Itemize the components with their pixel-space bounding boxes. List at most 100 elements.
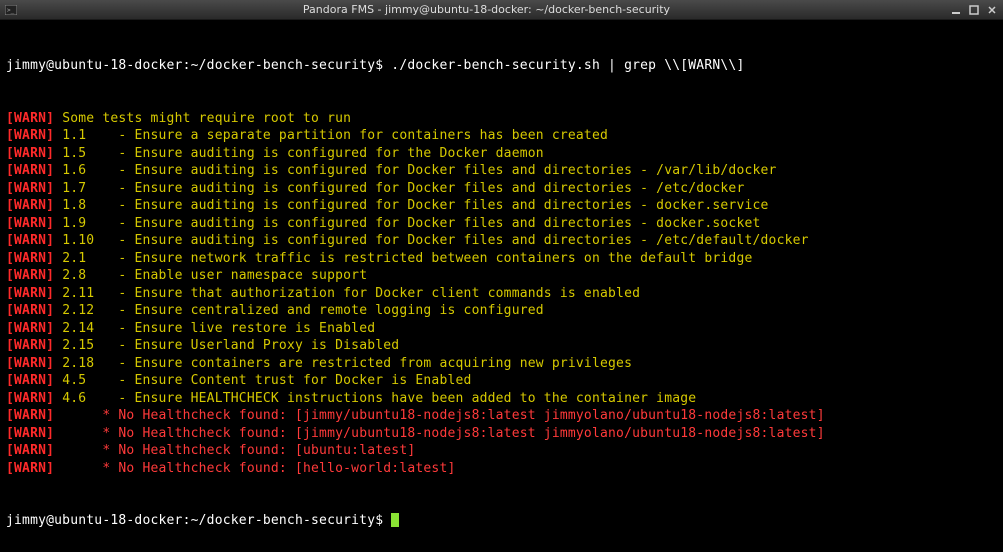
output-message: 1.9 - Ensure auditing is configured for … <box>62 216 760 231</box>
warn-bracket: [ <box>6 111 14 126</box>
prompt: jimmy@ubuntu-18-docker:~/docker-bench-se… <box>6 58 383 73</box>
warn-bracket: ] <box>46 233 54 248</box>
warn-label: WARN <box>14 338 46 353</box>
warn-bracket: [ <box>6 373 14 388</box>
output-message: 2.12 - Ensure centralized and remote log… <box>62 303 544 318</box>
output-line: [WARN] 2.18 - Ensure containers are rest… <box>6 355 997 373</box>
warn-bracket: [ <box>6 216 14 231</box>
output-message: 2.15 - Ensure Userland Proxy is Disabled <box>62 338 399 353</box>
output-message: 2.18 - Ensure containers are restricted … <box>62 356 632 371</box>
output-message: 1.10 - Ensure auditing is configured for… <box>62 233 808 248</box>
output-message: 2.14 - Ensure live restore is Enabled <box>62 321 375 336</box>
warn-bracket: ] <box>46 251 54 266</box>
output-message: 4.6 - Ensure HEALTHCHECK instructions ha… <box>62 391 696 406</box>
warn-bracket: ] <box>46 443 54 458</box>
warn-bracket: [ <box>6 408 14 423</box>
warn-bracket: [ <box>6 268 14 283</box>
warn-bracket: [ <box>6 321 14 336</box>
command: ./docker-bench-security.sh | grep \\[WAR… <box>391 58 744 73</box>
output-message: 1.8 - Ensure auditing is configured for … <box>62 198 768 213</box>
close-button[interactable] <box>985 3 999 17</box>
warn-label: WARN <box>14 373 46 388</box>
warn-bracket: ] <box>46 373 54 388</box>
output-message: Some tests might require root to run <box>62 111 351 126</box>
warn-bracket: [ <box>6 461 14 476</box>
output-message: * No Healthcheck found: [hello-world:lat… <box>62 461 455 476</box>
titlebar: >_ Pandora FMS - jimmy@ubuntu-18-docker:… <box>0 0 1003 20</box>
warn-label: WARN <box>14 251 46 266</box>
window-title: Pandora FMS - jimmy@ubuntu-18-docker: ~/… <box>24 3 949 16</box>
warn-bracket: ] <box>46 163 54 178</box>
output-line: [WARN] 1.8 - Ensure auditing is configur… <box>6 197 997 215</box>
warn-bracket: ] <box>46 286 54 301</box>
warn-bracket: ] <box>46 111 54 126</box>
warn-label: WARN <box>14 303 46 318</box>
window-controls <box>949 3 999 17</box>
terminal-icon: >_ <box>4 3 18 17</box>
warn-bracket: ] <box>46 321 54 336</box>
warn-label: WARN <box>14 146 46 161</box>
warn-label: WARN <box>14 216 46 231</box>
warn-bracket: ] <box>46 356 54 371</box>
output-line: [WARN] 1.9 - Ensure auditing is configur… <box>6 215 997 233</box>
terminal-body[interactable]: jimmy@ubuntu-18-docker:~/docker-bench-se… <box>0 20 1003 549</box>
warn-bracket: [ <box>6 303 14 318</box>
warn-bracket: [ <box>6 181 14 196</box>
output: [WARN] Some tests might require root to … <box>6 110 997 478</box>
output-line: [WARN] 2.8 - Enable user namespace suppo… <box>6 267 997 285</box>
warn-label: WARN <box>14 111 46 126</box>
warn-label: WARN <box>14 408 46 423</box>
warn-bracket: ] <box>46 391 54 406</box>
prompt-line: jimmy@ubuntu-18-docker:~/docker-bench-se… <box>6 512 997 530</box>
warn-label: WARN <box>14 268 46 283</box>
warn-bracket: ] <box>46 426 54 441</box>
warn-bracket: [ <box>6 128 14 143</box>
output-line: [WARN] * No Healthcheck found: [hello-wo… <box>6 460 997 478</box>
output-line: [WARN] 1.10 - Ensure auditing is configu… <box>6 232 997 250</box>
warn-bracket: [ <box>6 443 14 458</box>
warn-label: WARN <box>14 321 46 336</box>
output-message: 2.1 - Ensure network traffic is restrict… <box>62 251 752 266</box>
output-message: 1.6 - Ensure auditing is configured for … <box>62 163 776 178</box>
warn-bracket: ] <box>46 181 54 196</box>
output-line: [WARN] Some tests might require root to … <box>6 110 997 128</box>
output-line: [WARN] 1.1 - Ensure a separate partition… <box>6 127 997 145</box>
warn-bracket: ] <box>46 408 54 423</box>
warn-label: WARN <box>14 391 46 406</box>
output-line: [WARN] 1.6 - Ensure auditing is configur… <box>6 162 997 180</box>
output-line: [WARN] 2.14 - Ensure live restore is Ena… <box>6 320 997 338</box>
output-line: [WARN] 4.5 - Ensure Content trust for Do… <box>6 372 997 390</box>
warn-label: WARN <box>14 181 46 196</box>
warn-bracket: [ <box>6 338 14 353</box>
warn-label: WARN <box>14 443 46 458</box>
warn-bracket: [ <box>6 286 14 301</box>
output-message: 1.5 - Ensure auditing is configured for … <box>62 146 544 161</box>
warn-label: WARN <box>14 426 46 441</box>
output-line: [WARN] 2.1 - Ensure network traffic is r… <box>6 250 997 268</box>
warn-bracket: [ <box>6 198 14 213</box>
output-line: [WARN] 2.11 - Ensure that authorization … <box>6 285 997 303</box>
warn-bracket: ] <box>46 461 54 476</box>
maximize-button[interactable] <box>967 3 981 17</box>
warn-bracket: ] <box>46 128 54 143</box>
output-line: [WARN] 2.12 - Ensure centralized and rem… <box>6 302 997 320</box>
warn-bracket: [ <box>6 146 14 161</box>
warn-label: WARN <box>14 356 46 371</box>
output-message: 1.7 - Ensure auditing is configured for … <box>62 181 744 196</box>
output-line: [WARN] 4.6 - Ensure HEALTHCHECK instruct… <box>6 390 997 408</box>
output-message: * No Healthcheck found: [jimmy/ubuntu18-… <box>62 426 825 441</box>
output-line: [WARN] * No Healthcheck found: [ubuntu:l… <box>6 442 997 460</box>
minimize-button[interactable] <box>949 3 963 17</box>
warn-bracket: ] <box>46 303 54 318</box>
output-message: 2.8 - Enable user namespace support <box>62 268 367 283</box>
warn-bracket: [ <box>6 391 14 406</box>
output-message: * No Healthcheck found: [jimmy/ubuntu18-… <box>62 408 825 423</box>
warn-bracket: [ <box>6 163 14 178</box>
output-line: [WARN] * No Healthcheck found: [jimmy/ub… <box>6 425 997 443</box>
cursor <box>391 513 399 527</box>
warn-bracket: ] <box>46 268 54 283</box>
prompt: jimmy@ubuntu-18-docker:~/docker-bench-se… <box>6 513 383 528</box>
output-message: 2.11 - Ensure that authorization for Doc… <box>62 286 640 301</box>
warn-bracket: [ <box>6 251 14 266</box>
svg-text:>_: >_ <box>7 7 15 14</box>
